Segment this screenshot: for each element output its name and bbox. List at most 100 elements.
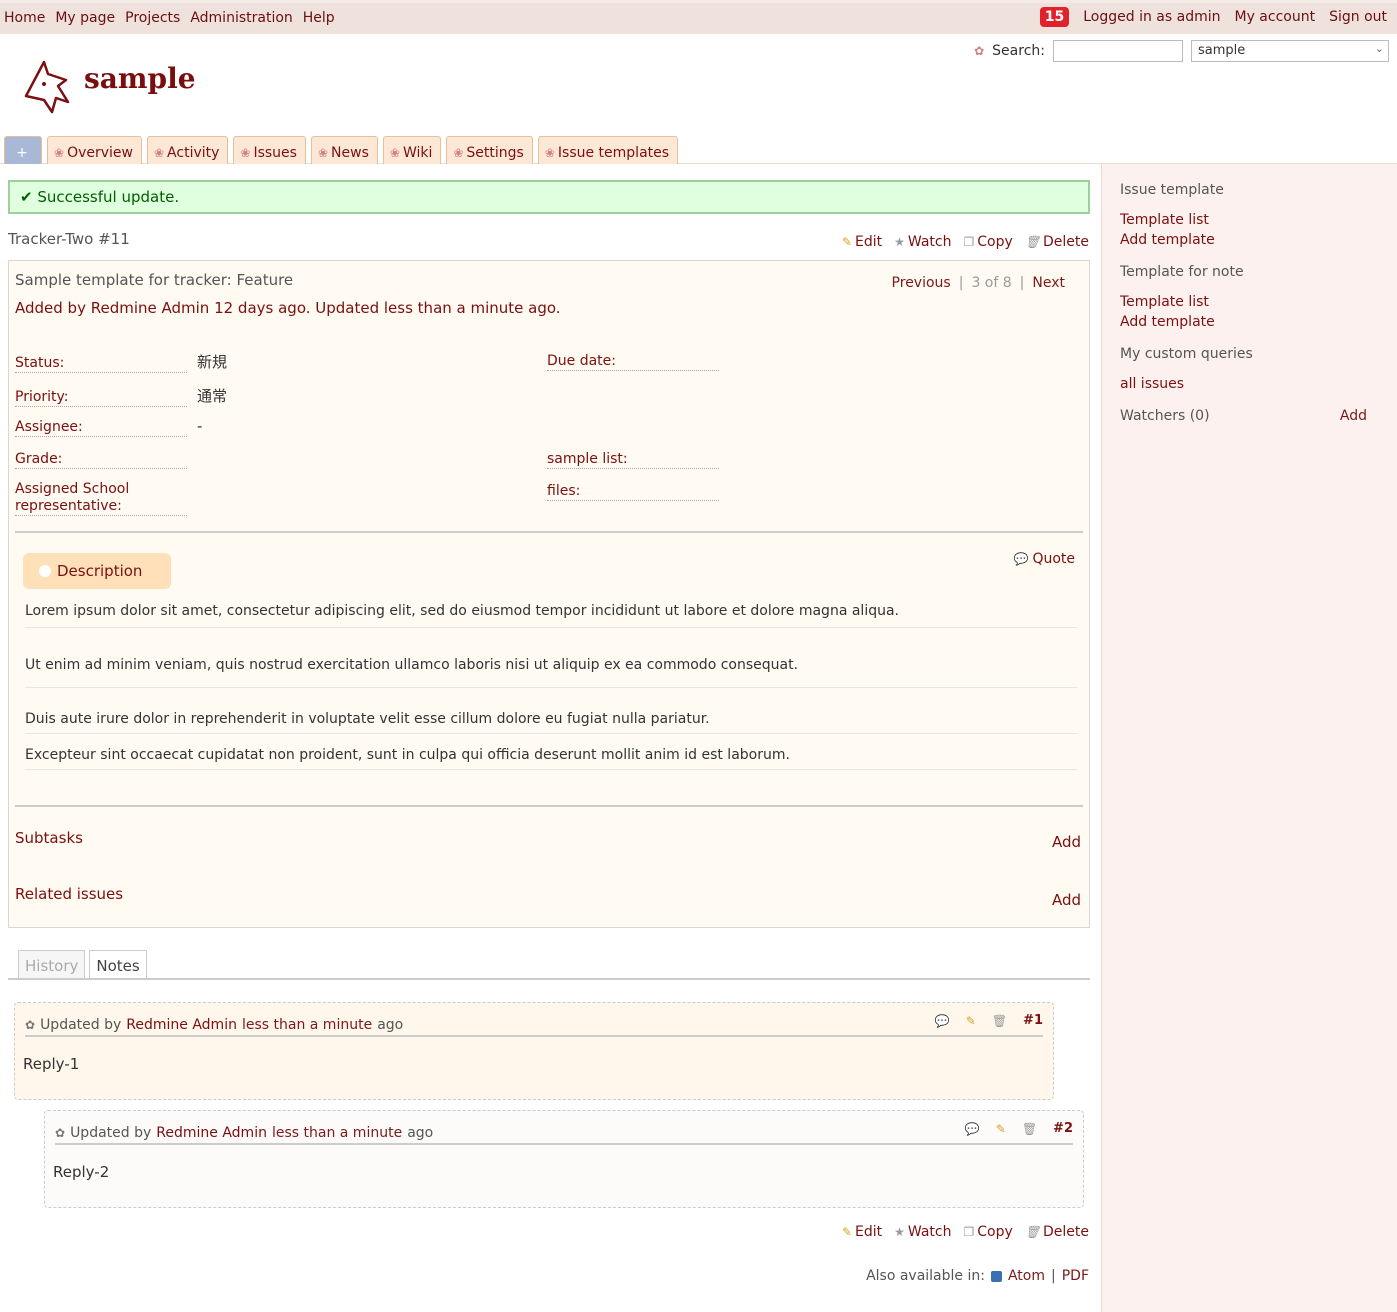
add-issue-template-link[interactable]: Add template [1120, 230, 1379, 250]
tab-issue-templates[interactable]: ❀ Issue templates [537, 136, 679, 164]
search-input[interactable] [1053, 40, 1183, 62]
copy-icon: ❐ [963, 235, 975, 249]
comment-icon: 💬 [1013, 552, 1029, 566]
edit-button[interactable]: ✎ Edit [842, 234, 882, 250]
journal-time-link[interactable]: less than a minute [272, 1125, 402, 1141]
pencil-icon: ✎ [841, 235, 852, 249]
other-formats: Also available in: Atom | PDF [866, 1268, 1089, 1284]
search-label: Search: [992, 43, 1045, 59]
delete-button[interactable]: 🗑 Delete [1025, 234, 1089, 250]
add-subtask-link[interactable]: Add [1052, 833, 1081, 851]
query-all-issues-link[interactable]: all issues [1120, 374, 1379, 394]
project-jump-select[interactable]: sample ⌄ [1191, 40, 1389, 62]
watch-button[interactable]: ★ Watch [894, 1224, 951, 1240]
journal-number-link[interactable]: #2 [1053, 1121, 1073, 1136]
copy-button[interactable]: ❐ Copy [963, 234, 1012, 250]
tab-wiki[interactable]: ❀ Wiki [382, 136, 442, 164]
project-title: sample [84, 62, 196, 95]
tab-settings[interactable]: ❀ Settings [446, 136, 533, 164]
my-account-link[interactable]: My account [1234, 9, 1315, 25]
journal-author-link[interactable]: Redmine Admin [156, 1125, 267, 1141]
copy-button[interactable]: ❐ Copy [963, 1224, 1012, 1240]
tab-label: Activity [167, 144, 220, 161]
journal-actions: 💬 ✎ 🗑 #2 [965, 1121, 1073, 1136]
add-relation-link[interactable]: Add [1052, 891, 1081, 909]
custom-queries-title: My custom queries [1120, 346, 1253, 362]
journal-author-link[interactable]: Redmine Admin [126, 1017, 237, 1033]
sign-out-link[interactable]: Sign out [1329, 9, 1387, 25]
note-template-list-link[interactable]: Template list [1120, 292, 1379, 312]
trash-icon[interactable]: 🗑 [1022, 1122, 1037, 1136]
menu-administration[interactable]: Administration [190, 10, 292, 26]
attr-status: Status: 新規 [15, 353, 228, 373]
journal-header: ✿ Updated by Redmine Admin less than a m… [55, 1123, 1073, 1145]
project-logo-icon [24, 60, 70, 114]
quote-button[interactable]: 💬 Quote [1013, 551, 1075, 567]
paw-icon: ❀ [544, 145, 555, 160]
issue-actions-top: ✎ Edit ★ Watch ❐ Copy 🗑 Delete [842, 234, 1089, 250]
tab-news[interactable]: ❀ News [310, 136, 378, 164]
notification-badge[interactable]: 15 [1039, 7, 1070, 27]
related-issues-title: Related issues [15, 885, 124, 903]
copy-icon: ❐ [963, 1225, 975, 1239]
also-available-label: Also available in: [866, 1268, 985, 1284]
issue-details: Sample template for tracker: Feature Add… [8, 260, 1090, 928]
divider [15, 531, 1083, 533]
issue-template-list-link[interactable]: Template list [1120, 210, 1379, 230]
delete-button[interactable]: 🗑 Delete [1025, 1224, 1089, 1240]
star-icon: ★ [894, 235, 905, 249]
divider [15, 805, 1083, 807]
new-object-label: + [16, 144, 28, 161]
pencil-icon: ✎ [841, 1225, 852, 1239]
paw-icon: ❀ [240, 145, 251, 160]
flash-text: Successful update. [37, 188, 180, 206]
pencil-icon[interactable]: ✎ [996, 1122, 1006, 1136]
journal-time-link[interactable]: less than a minute [242, 1017, 372, 1033]
pdf-link[interactable]: PDF [1062, 1268, 1089, 1284]
menu-my-page[interactable]: My page [55, 10, 115, 26]
issue-actions-bottom: ✎ Edit ★ Watch ❐ Copy 🗑 Delete [842, 1224, 1089, 1240]
nav-separator: | [958, 275, 964, 291]
issue-subject: Sample template for tracker: Feature [15, 271, 294, 289]
quote-icon[interactable]: 💬 [935, 1014, 950, 1028]
tab-new-object[interactable]: + [4, 136, 42, 164]
issue-id: Tracker-Two #11 [8, 230, 130, 248]
issue-author-line: Added by Redmine Admin 12 days ago. Upda… [15, 299, 561, 317]
add-note-template-link[interactable]: Add template [1120, 312, 1379, 332]
search-icon: ✿ [974, 44, 985, 58]
sidebar: Issue template Template list Add templat… [1101, 164, 1397, 1312]
previous-link[interactable]: Previous [892, 275, 951, 291]
menu-home[interactable]: Home [4, 10, 45, 26]
quote-icon[interactable]: 💬 [965, 1122, 980, 1136]
circle-icon [39, 565, 51, 577]
atom-link[interactable]: Atom [1008, 1268, 1045, 1284]
tab-issues[interactable]: ❀ Issues [233, 136, 306, 164]
next-link[interactable]: Next [1032, 275, 1065, 291]
menu-help[interactable]: Help [303, 10, 335, 26]
logged-in-text: Logged in as admin [1083, 9, 1221, 25]
pencil-icon[interactable]: ✎ [966, 1014, 976, 1028]
journal-number-link[interactable]: #1 [1023, 1013, 1043, 1028]
history-tabs: History Notes [18, 950, 147, 980]
check-icon: ✔ [20, 188, 33, 206]
top-menu: Home My page Projects Administration Hel… [0, 0, 1397, 34]
edit-button[interactable]: ✎ Edit [842, 1224, 882, 1240]
journal-icon: ✿ [25, 1018, 36, 1032]
description-paragraph: Ut enim ad minim veniam, quis nostrud ex… [25, 657, 1077, 688]
issue-navigation: Previous | 3 of 8 | Next [892, 275, 1065, 291]
tab-overview[interactable]: ❀ Overview [47, 136, 142, 164]
menu-projects[interactable]: Projects [125, 10, 180, 26]
watch-button[interactable]: ★ Watch [894, 234, 951, 250]
tab-label: Settings [466, 144, 524, 161]
main-menu: + ❀ Overview ❀ Activity ❀ Issues ❀ News ❀ Wik… [4, 136, 679, 164]
nav-separator: | [1019, 275, 1025, 291]
tab-label: News [331, 144, 369, 161]
tab-notes[interactable]: Notes [89, 950, 147, 980]
tab-history[interactable]: History [18, 950, 86, 980]
note-template-block: Template for note Template list Add temp… [1120, 264, 1379, 332]
issue-template-title: Issue template [1120, 182, 1224, 198]
trash-icon[interactable]: 🗑 [992, 1014, 1007, 1028]
add-watcher-link[interactable]: Add [1340, 408, 1367, 424]
tab-activity[interactable]: ❀ Activity [146, 136, 229, 164]
attr-grade: Grade: [15, 449, 197, 469]
